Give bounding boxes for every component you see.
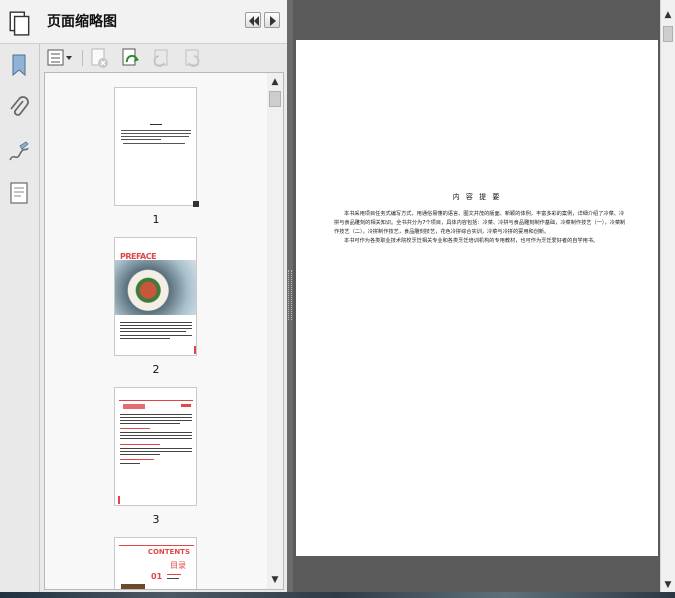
right-arrow-icon (270, 16, 276, 26)
thumbnail-page-1[interactable] (114, 87, 197, 206)
document-scrollbar[interactable]: ▲ ▼ (660, 0, 675, 592)
scroll-up-arrow-icon[interactable]: ▲ (661, 8, 675, 22)
layers-document-icon[interactable] (6, 180, 32, 206)
document-page: 内 容 提 要 本书采用项目任务式编写方式，用通俗易懂的语言、图文并茂的版面、新… (296, 40, 658, 556)
delete-page-icon[interactable] (88, 47, 110, 69)
rotate-clockwise-icon[interactable] (181, 47, 203, 69)
contents-photo (121, 584, 145, 589)
thumbnails-scrollbar[interactable]: ▲ ▼ (267, 73, 283, 589)
scroll-up-arrow-icon[interactable]: ▲ (267, 75, 283, 89)
attachments-paperclip-icon[interactable] (6, 95, 32, 121)
options-menu-icon[interactable] (46, 47, 74, 69)
rotate-counterclockwise-icon[interactable] (150, 47, 172, 69)
page-number-label: 2 (152, 363, 160, 376)
chapter-number: 01 (151, 572, 163, 581)
contents-chinese-heading: 目录 (170, 561, 186, 570)
thumbnail-page-3[interactable] (114, 387, 197, 506)
page-body-text: 本书采用项目任务式编写方式，用通俗易懂的语言、图文并茂的版面、新颖的体例，丰富多… (334, 210, 626, 246)
bookmarks-icon[interactable] (6, 52, 32, 78)
navigation-rail (0, 0, 40, 592)
signatures-icon[interactable] (6, 140, 32, 166)
desktop-background-strip (0, 592, 675, 598)
splitter-grip[interactable] (288, 270, 292, 320)
expand-panel-button[interactable] (264, 12, 280, 28)
scroll-down-arrow-icon[interactable]: ▼ (661, 578, 675, 592)
food-photo (115, 260, 196, 315)
thumbnails-list[interactable]: 1 PREFACE 2 3 CONTENTS 目录 01 ▲ ▼ (44, 72, 284, 590)
page-heading: 内 容 提 要 (452, 193, 502, 201)
scrollbar-thumb[interactable] (269, 91, 281, 107)
document-view[interactable]: 内 容 提 要 本书采用项目任务式编写方式，用通俗易懂的语言、图文并茂的版面、新… (293, 0, 660, 592)
panel-title: 页面缩略图 (47, 14, 117, 30)
double-left-arrow-icon (249, 16, 259, 26)
scroll-down-arrow-icon[interactable]: ▼ (267, 573, 283, 587)
scrollbar-thumb[interactable] (663, 26, 673, 42)
thumbnail-page-4[interactable]: CONTENTS 目录 01 (114, 537, 197, 589)
pdf-reader-window: 页面缩略图 1 PREFACE 2 3 CONTENTS 目录 01 ▲ ▼ 内… (0, 0, 675, 598)
toolbar-separator (82, 50, 83, 66)
thumbnails-toolbar (40, 44, 287, 72)
page-resize-handle[interactable] (193, 201, 199, 207)
thumbnail-page-2[interactable]: PREFACE (114, 237, 197, 356)
page-number-label: 1 (152, 213, 160, 226)
rotate-page-icon[interactable] (119, 47, 141, 69)
paragraph: 本书采用项目任务式编写方式，用通俗易懂的语言、图文并茂的版面、新颖的体例，丰富多… (334, 211, 626, 235)
paragraph: 本书可作为各类职业技术院校烹饪相关专业和各类烹饪培训机构的专用教材，也可作为烹饪… (344, 238, 599, 244)
contents-heading: CONTENTS (147, 548, 190, 556)
collapse-panel-button[interactable] (245, 12, 261, 28)
page-number-label: 3 (152, 513, 160, 526)
page-thumbnails-icon[interactable] (7, 10, 33, 36)
page-thumbnails-panel: 页面缩略图 1 PREFACE 2 3 CONTENTS 目录 01 ▲ ▼ (40, 0, 287, 592)
panel-header: 页面缩略图 (40, 0, 287, 44)
rail-header (0, 0, 40, 44)
